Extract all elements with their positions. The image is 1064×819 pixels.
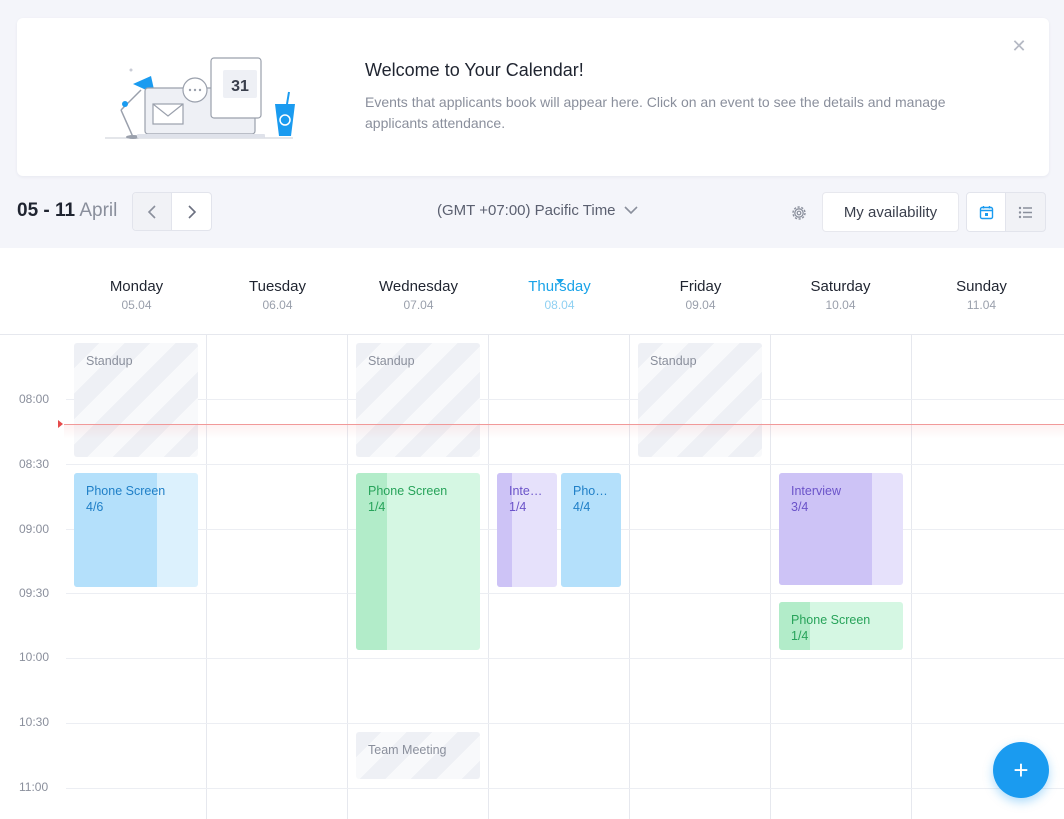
list-icon xyxy=(1018,206,1032,218)
event-title: Interview xyxy=(791,484,842,498)
banner-description: Events that applicants book will appear … xyxy=(365,94,946,131)
event-phone-screen-thursday[interactable]: Phon... 4/4 xyxy=(561,473,621,587)
event-count: 1/4 xyxy=(368,500,386,514)
chevron-down-icon xyxy=(623,206,638,215)
hour-line xyxy=(66,723,1064,724)
event-title: Phone Screen xyxy=(368,484,448,498)
welcome-banner: 31 Welcome to Your Calendar! Events that… xyxy=(17,18,1049,176)
view-switcher xyxy=(966,192,1046,232)
time-label: 09:00 xyxy=(19,522,50,536)
event-count: 3/4 xyxy=(791,500,809,514)
current-time-indicator xyxy=(58,420,63,428)
day-date: 08.04 xyxy=(544,298,575,312)
day-date: 11.04 xyxy=(966,298,997,312)
current-time-line xyxy=(64,424,1064,439)
time-label: 08:30 xyxy=(19,457,50,471)
day-name: Saturday xyxy=(810,278,871,295)
header-divider xyxy=(0,334,1064,335)
day-name: Thursday xyxy=(528,278,591,295)
day-header-sunday[interactable]: Sunday 11.04 xyxy=(911,278,1052,312)
day-header-monday[interactable]: Monday 05.04 xyxy=(66,278,207,312)
event-phone-screen-monday[interactable]: Phone Screen 4/6 xyxy=(74,473,198,587)
column-divider xyxy=(488,334,489,819)
event-title: Phone Screen xyxy=(86,484,166,498)
event-standup-wednesday[interactable]: Standup xyxy=(356,343,480,457)
event-phone-screen-saturday[interactable]: Phone Screen 1/4 xyxy=(779,602,903,650)
time-label: 09:30 xyxy=(19,586,50,600)
hour-line xyxy=(66,464,1064,465)
event-standup-monday[interactable]: Standup xyxy=(74,343,198,457)
hour-line xyxy=(66,788,1064,789)
my-availability-button[interactable]: My availability xyxy=(822,192,959,232)
day-header-saturday[interactable]: Saturday 10.04 xyxy=(770,278,911,312)
calendar-badge-number: 31 xyxy=(231,78,249,95)
day-name: Tuesday xyxy=(249,278,306,295)
timezone-select[interactable]: (GMT +07:00) Pacific Time xyxy=(437,202,638,219)
previous-week-button[interactable] xyxy=(133,193,173,230)
day-date: 06.04 xyxy=(262,298,293,312)
day-date: 05.04 xyxy=(121,298,152,312)
timezone-label: (GMT +07:00) Pacific Time xyxy=(437,202,616,219)
event-interview-thursday[interactable]: Interv... 1/4 xyxy=(497,473,557,587)
chevron-right-icon xyxy=(187,204,196,219)
banner-title: Welcome to Your Calendar! xyxy=(365,60,584,80)
day-name: Wednesday xyxy=(379,278,458,295)
day-header-wednesday[interactable]: Wednesday 07.04 xyxy=(348,278,489,312)
day-name: Sunday xyxy=(956,278,1007,295)
event-count: 1/4 xyxy=(509,500,527,514)
week-calendar: Monday 05.04 Tuesday 06.04 Wednesday 07.… xyxy=(0,248,1064,819)
day-name: Friday xyxy=(679,278,722,295)
column-divider xyxy=(911,334,912,819)
column-divider xyxy=(629,334,630,819)
day-date: 07.04 xyxy=(403,298,434,312)
day-header-thursday[interactable]: Thursday 08.04 xyxy=(489,278,630,312)
day-name: Monday xyxy=(109,278,164,295)
add-event-button[interactable]: + xyxy=(993,742,1049,798)
hour-line xyxy=(66,658,1064,659)
time-label: 11:00 xyxy=(19,780,49,794)
chevron-left-icon xyxy=(147,204,156,219)
event-standup-friday[interactable]: Standup xyxy=(638,343,762,457)
gear-icon[interactable] xyxy=(790,204,808,222)
event-phone-screen-wednesday[interactable]: Phone Screen 1/4 xyxy=(356,473,480,650)
date-range: 05 - 11 April xyxy=(17,200,117,222)
calendar-illustration: 31 xyxy=(105,57,295,139)
event-title: Standup xyxy=(650,354,697,368)
calendar-view-button[interactable] xyxy=(967,193,1007,231)
close-icon[interactable]: ✕ xyxy=(1009,36,1029,56)
calendar-icon xyxy=(979,205,993,219)
day-date: 10.04 xyxy=(825,298,856,312)
date-range-days: 05 - 11 xyxy=(17,200,76,221)
column-divider xyxy=(770,334,771,819)
event-count: 4/4 xyxy=(573,500,591,514)
date-range-month: April xyxy=(79,200,118,221)
time-label: 10:30 xyxy=(19,715,50,729)
column-divider xyxy=(347,334,348,819)
next-week-button[interactable] xyxy=(172,193,211,230)
column-divider xyxy=(206,334,207,819)
event-title: Team Meeting xyxy=(368,743,447,757)
list-view-button[interactable] xyxy=(1006,193,1045,231)
event-count: 1/4 xyxy=(791,629,809,643)
hour-line xyxy=(66,593,1064,594)
day-header-tuesday[interactable]: Tuesday 06.04 xyxy=(207,278,348,312)
day-header-friday[interactable]: Friday 09.04 xyxy=(630,278,771,312)
event-team-meeting-wednesday[interactable]: Team Meeting xyxy=(356,732,480,779)
event-title: Phon... xyxy=(573,484,609,498)
event-title: Standup xyxy=(86,354,133,368)
calendar-toolbar: 05 - 11 April (GMT +07:00) Pacific Time … xyxy=(0,176,1064,248)
time-label: 10:00 xyxy=(19,650,50,664)
event-interview-saturday[interactable]: Interview 3/4 xyxy=(779,473,903,585)
day-date: 09.04 xyxy=(685,298,716,312)
event-count: 4/6 xyxy=(86,500,104,514)
event-title: Phone Screen xyxy=(791,613,871,627)
hour-line xyxy=(66,399,1064,400)
event-title: Standup xyxy=(368,354,415,368)
event-title: Interv... xyxy=(509,484,545,498)
time-label: 08:00 xyxy=(19,392,50,406)
week-navigation xyxy=(132,192,212,231)
